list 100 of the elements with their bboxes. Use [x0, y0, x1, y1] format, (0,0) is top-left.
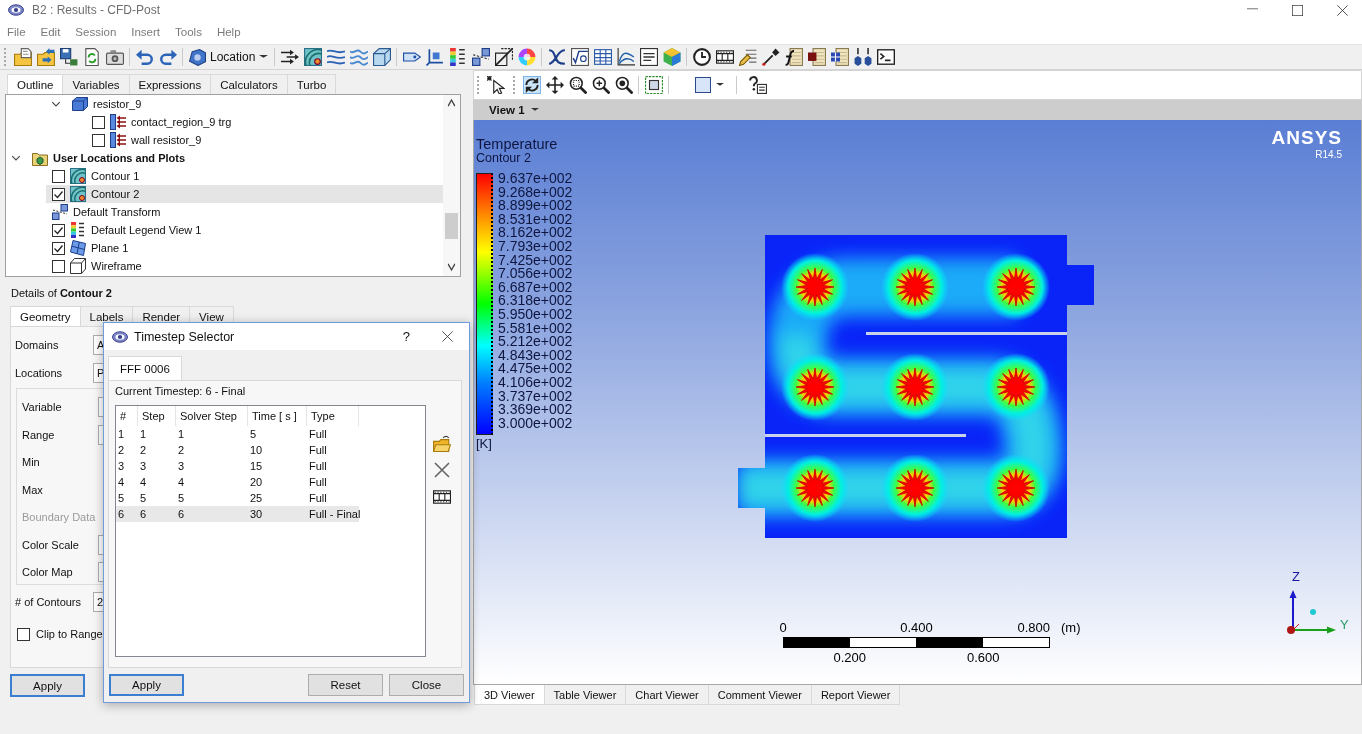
menu-item[interactable]: Tools	[168, 23, 210, 41]
menu-item[interactable]: Edit	[33, 23, 69, 41]
column-header[interactable]: #	[116, 406, 138, 426]
film-strip-icon[interactable]	[715, 48, 734, 66]
refresh-document-icon[interactable]	[82, 48, 101, 66]
eyedropper-icon[interactable]	[761, 48, 780, 66]
maximize-icon[interactable]	[1292, 4, 1303, 16]
clock-icon[interactable]	[692, 48, 711, 66]
two-hexagons-icon[interactable]	[853, 48, 872, 66]
column-header[interactable]: Solver Step	[176, 406, 248, 426]
square-root-icon[interactable]	[570, 48, 589, 66]
menu-item[interactable]: Help	[209, 23, 249, 41]
formula-sheet-icon[interactable]	[784, 48, 803, 66]
pencil-lines-icon[interactable]	[738, 48, 757, 66]
camera-icon[interactable]	[105, 48, 124, 66]
tab[interactable]: Outline	[7, 74, 64, 94]
table-row[interactable]: 6 6 6 30 Full - Final	[116, 506, 359, 522]
menu-item[interactable]: Session	[68, 23, 125, 41]
three-arrows-icon[interactable]	[280, 48, 299, 66]
color-wheel-icon[interactable]	[517, 48, 536, 66]
sheet-square-icon[interactable]	[807, 48, 826, 66]
terminal-icon[interactable]	[876, 48, 895, 66]
color-legend-icon[interactable]	[448, 48, 467, 66]
dialog-button[interactable]: Apply	[109, 674, 184, 696]
open-file-icon[interactable]	[13, 48, 32, 66]
save-icon[interactable]	[59, 48, 78, 66]
view-dropdown[interactable]: View 1	[485, 101, 543, 119]
table-icon[interactable]	[593, 48, 612, 66]
zoom-in-icon[interactable]	[591, 76, 610, 94]
colored-cube-icon[interactable]	[662, 48, 681, 66]
sheet-grid-icon[interactable]	[830, 48, 849, 66]
dashed-squares-icon[interactable]	[471, 48, 490, 66]
coordinate-frame-icon[interactable]	[425, 48, 444, 66]
checkbox[interactable]	[92, 115, 105, 129]
text-lines-icon[interactable]	[639, 48, 658, 66]
column-header[interactable]: Time [ s ]	[248, 406, 307, 426]
slashed-square-icon[interactable]	[494, 48, 513, 66]
rotate-icon[interactable]	[522, 76, 541, 94]
dialog-button[interactable]: Close	[389, 674, 464, 696]
tab[interactable]: FFF 0006	[108, 356, 182, 380]
tree-item[interactable]: User Locations and Plots	[26, 149, 443, 167]
x-mark-icon[interactable]	[434, 462, 450, 478]
tab[interactable]: Geometry	[10, 306, 81, 326]
magnifier-box-icon[interactable]	[568, 76, 587, 94]
column-header[interactable]: Step	[138, 406, 176, 426]
close-icon[interactable]	[442, 331, 453, 342]
line-chart-icon[interactable]	[616, 48, 635, 66]
wave-lines-icon[interactable]	[349, 48, 368, 66]
table-row[interactable]: 4 4 4 20 Full	[116, 474, 359, 490]
tab[interactable]: Report Viewer	[810, 685, 901, 705]
checkbox[interactable]	[52, 169, 65, 183]
cube-icon[interactable]	[372, 48, 391, 66]
curved-cross-icon[interactable]	[547, 48, 566, 66]
menu-item[interactable]: Insert	[124, 23, 169, 41]
tab[interactable]: Turbo	[286, 74, 337, 94]
checkbox[interactable]	[92, 133, 105, 147]
table-row[interactable]: 5 5 5 25 Full	[116, 490, 359, 506]
square-icon[interactable]	[694, 77, 711, 93]
tree-item[interactable]: Default Legend View 1	[46, 221, 443, 239]
close-icon[interactable]	[1337, 4, 1348, 16]
redo-icon[interactable]	[158, 48, 177, 66]
checkbox[interactable]	[17, 627, 30, 641]
film-strip-icon[interactable]	[433, 488, 451, 506]
dialog-button[interactable]: Reset	[308, 674, 383, 696]
tab[interactable]: Expressions	[128, 74, 212, 94]
undo-icon[interactable]	[135, 48, 154, 66]
contour-icon[interactable]	[303, 48, 322, 66]
folder-arrows-icon[interactable]	[36, 48, 55, 66]
caret-down-icon[interactable]	[715, 82, 724, 88]
move-arrows-icon[interactable]	[545, 76, 564, 94]
apply-button[interactable]: Apply	[10, 674, 85, 697]
checkbox[interactable]	[52, 241, 65, 255]
table-row[interactable]: 3 3 3 15 Full	[116, 458, 359, 474]
tree-item[interactable]: contact_region_9 trg	[86, 113, 443, 131]
tree-item[interactable]: Contour 1	[46, 167, 443, 185]
column-header[interactable]: Type	[307, 406, 359, 426]
tree-item[interactable]: wall resistor_9	[86, 131, 443, 149]
checkbox[interactable]	[52, 187, 65, 201]
tree-item[interactable]: Default Transform	[46, 203, 443, 221]
chevron-down-icon[interactable]	[51, 99, 61, 109]
tree-item[interactable]: Plane 1	[46, 239, 443, 257]
checkbox[interactable]	[52, 223, 65, 237]
location-dropdown[interactable]: Location	[186, 46, 272, 68]
help-button[interactable]: ?	[398, 329, 414, 344]
tree-item[interactable]: Wireframe	[46, 257, 443, 275]
scrollbar[interactable]	[443, 95, 460, 276]
curved-lines-icon[interactable]	[326, 48, 345, 66]
pointer-icon[interactable]	[486, 76, 505, 94]
tree-item[interactable]: resistor_9	[66, 95, 443, 113]
tab[interactable]: 3D Viewer	[474, 685, 545, 705]
menu-item[interactable]: File	[0, 23, 34, 41]
dotted-frame-icon[interactable]	[644, 76, 663, 94]
context-help-icon[interactable]	[748, 76, 767, 94]
scroll-thumb[interactable]	[445, 213, 458, 239]
chevron-down-icon[interactable]	[11, 153, 21, 163]
table-row[interactable]: 2 2 2 10 Full	[116, 442, 359, 458]
magnifier-dot-icon[interactable]	[614, 76, 633, 94]
table-row[interactable]: 1 1 1 5 Full	[116, 426, 359, 442]
checkbox[interactable]	[52, 259, 65, 273]
open-folder-icon[interactable]	[433, 434, 451, 452]
